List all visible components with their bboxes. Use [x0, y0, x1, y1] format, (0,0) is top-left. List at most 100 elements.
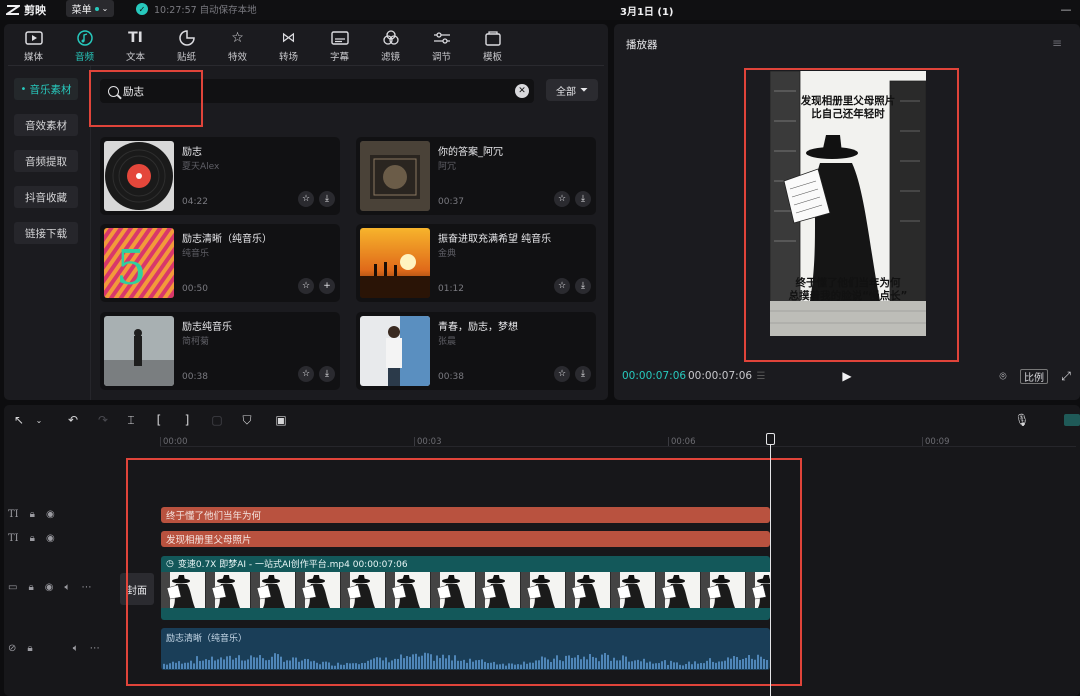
music-card[interactable]: 励志纯音乐 简柯菊 00:38 ☆ ⤓	[100, 312, 340, 390]
music-artist: 阿冗	[438, 162, 457, 172]
sticker-icon	[177, 29, 197, 46]
autosave-text: 10:27:57 自动保存本地	[154, 5, 257, 16]
tab-filter[interactable]: 滤镜	[365, 28, 416, 64]
screenshot-icon[interactable]: ⌾	[994, 368, 1012, 384]
tab-label: 字幕	[329, 51, 349, 63]
tab-template[interactable]: 模板	[467, 28, 518, 64]
microphone-icon[interactable]: 🎙	[1013, 412, 1031, 428]
audio-track-icon: ⊘	[8, 643, 17, 654]
play-icon[interactable]: ▶	[840, 368, 854, 384]
download-icon[interactable]: ⤓	[575, 366, 591, 382]
eye-icon[interactable]: ◉	[45, 582, 54, 593]
hamburger-menu-icon[interactable]: ≡	[1052, 36, 1062, 50]
tab-sticker[interactable]: 贴纸	[161, 28, 212, 64]
svg-text:5: 5	[116, 240, 147, 296]
download-icon[interactable]: ⤓	[319, 366, 335, 382]
select-cursor-icon[interactable]: ↖	[10, 412, 28, 428]
favorite-star-icon[interactable]: ☆	[298, 191, 314, 207]
image-icon[interactable]: ▣	[272, 412, 290, 428]
minimize-icon[interactable]: —	[1058, 2, 1074, 16]
clear-search-icon[interactable]: ✕	[515, 84, 529, 98]
tab-media[interactable]: 媒体	[8, 28, 59, 64]
check-icon: ✓	[136, 3, 148, 15]
volume-icon[interactable]: 🔈︎	[65, 582, 71, 593]
download-icon[interactable]: ⤓	[575, 278, 591, 294]
tab-effects[interactable]: ☆ 特效	[212, 28, 263, 64]
tab-label: 音频	[74, 51, 94, 63]
tick-label: 00:03	[417, 437, 442, 447]
audio-track-controls: ⊘ 🔒︎ 🔈︎ ⋯	[8, 643, 100, 654]
snap-toggle[interactable]	[1064, 414, 1080, 426]
music-card[interactable]: 你的答案_阿冗 阿冗 00:37 ☆ ⤓	[356, 137, 596, 215]
playhead[interactable]	[770, 435, 771, 696]
lock-icon[interactable]: 🔒︎	[30, 509, 35, 520]
music-title: 你的答案_阿冗	[438, 147, 503, 158]
download-icon[interactable]: ⤓	[575, 191, 591, 207]
ratio-button[interactable]: 比例	[1020, 369, 1048, 384]
eye-icon[interactable]: ◉	[46, 533, 55, 544]
fullscreen-icon[interactable]: ⤢	[1058, 368, 1074, 384]
playhead-handle[interactable]	[766, 433, 775, 445]
tab-text[interactable]: TI 文本	[110, 28, 161, 64]
music-card[interactable]: 青春，励志，梦想 张晨 00:38 ☆ ⤓	[356, 312, 596, 390]
favorite-star-icon[interactable]: ☆	[554, 278, 570, 294]
filter-button[interactable]: 全部 ⏷	[546, 79, 598, 101]
current-time: 00:00:07:06	[622, 370, 687, 382]
adjust-icon	[432, 30, 452, 46]
transition-icon: ⋈	[281, 29, 296, 46]
sidebar-item-sound-effects[interactable]: 音效素材	[14, 114, 78, 136]
favorite-star-icon[interactable]: ☆	[298, 278, 314, 294]
more-icon[interactable]: ⋯	[82, 582, 92, 593]
delete-icon[interactable]: ▢	[208, 412, 226, 428]
music-thumbnail	[360, 228, 430, 298]
filter-label: 全部	[556, 86, 576, 98]
music-thumbnail: 5	[104, 228, 174, 298]
tab-audio[interactable]: 音频	[59, 28, 110, 64]
music-card[interactable]: 5 励志清晰（纯音乐） 纯音乐 00:50 ☆ +	[100, 224, 340, 302]
sidebar-item-audio-extract[interactable]: 音频提取	[14, 150, 78, 172]
more-icon[interactable]: ⋯	[90, 643, 100, 654]
trim-left-icon[interactable]: [	[150, 412, 168, 428]
document-title: 3月1日 (1)	[620, 7, 674, 18]
template-icon	[483, 30, 503, 46]
tick-label: 00:00	[163, 437, 188, 447]
tab-subtitle[interactable]: 字幕	[314, 28, 365, 64]
media-icon	[24, 30, 44, 46]
eye-icon[interactable]: ◉	[46, 509, 55, 520]
text-track-icon: TI	[8, 509, 19, 520]
chevron-down-icon[interactable]: ⌄	[30, 412, 48, 428]
sidebar-item-music[interactable]: 音乐素材	[14, 78, 78, 100]
text-track-icon: TI	[8, 533, 19, 544]
grid-icon[interactable]: ☰	[752, 368, 770, 384]
add-icon[interactable]: +	[319, 278, 335, 294]
audio-icon	[75, 29, 95, 46]
effects-icon: ☆	[231, 29, 244, 46]
music-card[interactable]: 振奋进取充满希望 纯音乐 金典 01:12 ☆ ⤓	[356, 224, 596, 302]
music-artist: 夏天Alex	[182, 162, 220, 172]
tab-adjust[interactable]: 调节	[416, 28, 467, 64]
tab-label: 滤镜	[380, 51, 400, 63]
lock-icon[interactable]: 🔒︎	[28, 582, 33, 593]
video-track-controls: ▭ 🔒︎ ◉ 🔈︎ ⋯	[8, 582, 92, 593]
shield-icon[interactable]: ⛉	[238, 412, 256, 428]
sidebar-item-link-download[interactable]: 链接下载	[14, 222, 78, 244]
lock-icon[interactable]: 🔒︎	[27, 643, 32, 654]
menu-button[interactable]: 菜单 ⌄	[66, 0, 114, 17]
trim-right-icon[interactable]: ]	[178, 412, 196, 428]
volume-icon[interactable]: 🔈︎	[73, 643, 79, 654]
favorite-star-icon[interactable]: ☆	[554, 191, 570, 207]
music-thumbnail	[360, 316, 430, 386]
redo-icon[interactable]: ↷	[94, 412, 112, 428]
tick-mark	[414, 437, 415, 446]
music-card[interactable]: 励志 夏天Alex 04:22 ☆ ⤓	[100, 137, 340, 215]
sidebar-item-douyin-favorites[interactable]: 抖音收藏	[14, 186, 78, 208]
favorite-star-icon[interactable]: ☆	[298, 366, 314, 382]
favorite-star-icon[interactable]: ☆	[554, 366, 570, 382]
tab-transition[interactable]: ⋈ 转场	[263, 28, 314, 64]
split-icon[interactable]: ⌶	[122, 412, 140, 428]
lock-icon[interactable]: 🔒︎	[30, 533, 35, 544]
tabs-divider	[8, 65, 604, 66]
download-icon[interactable]: ⤓	[319, 191, 335, 207]
app-logo: 剪映	[6, 2, 46, 18]
undo-icon[interactable]: ↶	[64, 412, 82, 428]
